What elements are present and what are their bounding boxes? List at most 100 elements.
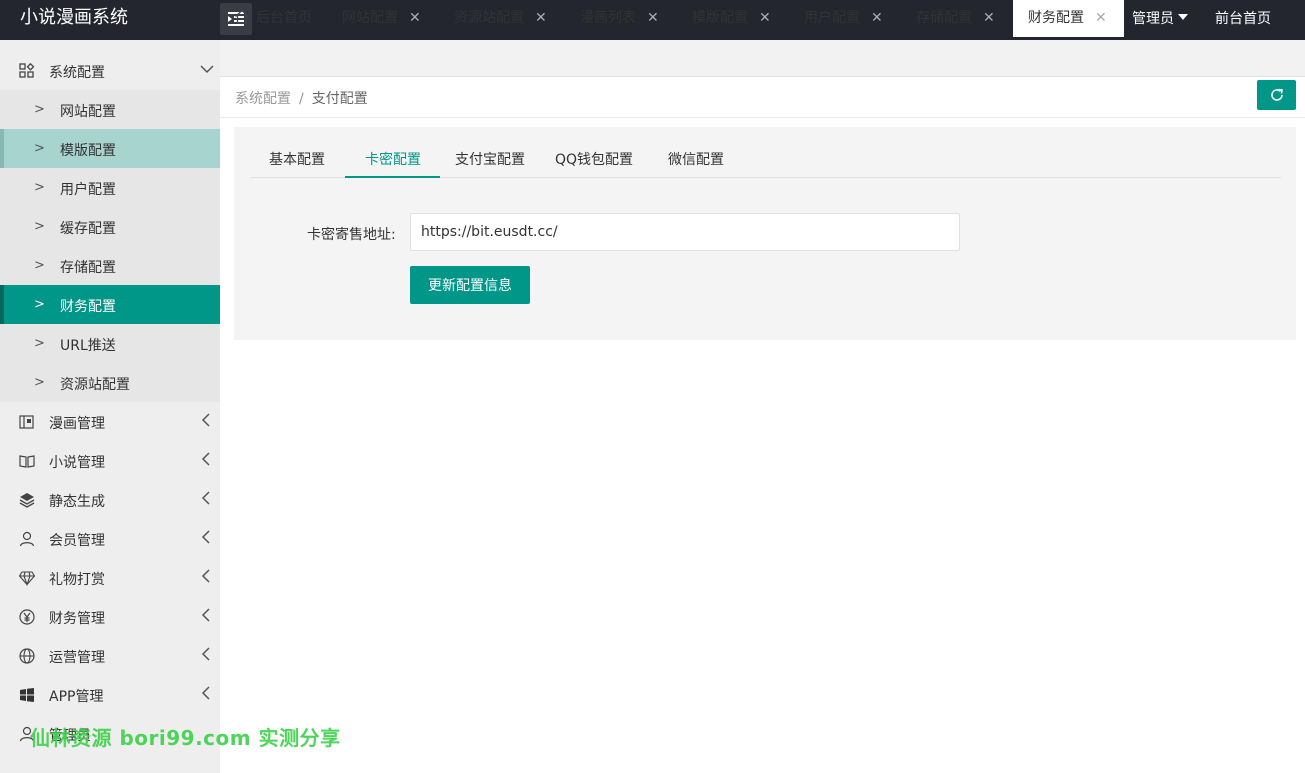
card-sale-url-input[interactable]: [410, 213, 960, 251]
diamond-icon: [19, 570, 35, 586]
tab-user-config[interactable]: 用户配置 ✕: [804, 0, 894, 36]
user-icon: [19, 531, 35, 547]
tab-bar: [220, 40, 1305, 77]
sidebar-group-label: 漫画管理: [49, 416, 105, 432]
sidebar-item-label: 模版配置: [60, 143, 116, 159]
close-icon[interactable]: ✕: [871, 0, 883, 36]
yen-icon: [19, 609, 35, 625]
chevron-left-icon: [201, 491, 210, 505]
sidebar-group-label: APP管理: [49, 689, 104, 705]
close-icon[interactable]: ✕: [1095, 0, 1107, 36]
tab-website-config[interactable]: 网站配置 ✕: [342, 0, 432, 36]
chevron-right-icon: >: [34, 141, 45, 156]
chevron-right-icon: >: [34, 102, 45, 117]
tab-resource-site-config[interactable]: 资源站配置 ✕: [454, 0, 558, 36]
front-home-link[interactable]: 前台首页: [1215, 0, 1271, 40]
app-title: 小说漫画系统: [20, 7, 128, 28]
sidebar-group-member[interactable]: 会员管理: [0, 519, 220, 558]
tab-label: 存储配置: [916, 10, 972, 26]
chevron-left-icon: [201, 608, 210, 622]
sidebar-group-label: 会员管理: [49, 533, 105, 549]
sidebar-item-user-config[interactable]: > 用户配置: [0, 168, 220, 207]
update-config-button[interactable]: 更新配置信息: [410, 266, 530, 304]
layers-icon: [19, 492, 35, 508]
tab-label: 用户配置: [804, 10, 860, 26]
tab-label: 后台首页: [256, 10, 312, 26]
sidebar-item-label: 缓存配置: [60, 221, 116, 237]
tab-label: 模版配置: [692, 10, 748, 26]
subtab-qq-wallet[interactable]: QQ钱包配置: [555, 149, 633, 169]
breadcrumb-parent[interactable]: 系统配置: [235, 91, 291, 107]
admin-label: 管理员: [1132, 11, 1174, 27]
close-icon[interactable]: ✕: [759, 0, 771, 36]
chevron-left-icon: [201, 647, 210, 661]
comic-icon: [19, 414, 35, 430]
chevron-right-icon: >: [34, 258, 45, 273]
caret-down-icon: [1178, 14, 1188, 20]
globe-icon: [19, 648, 35, 664]
sidebar-item-url-push[interactable]: > URL推送: [0, 324, 220, 363]
sidebar-group-operation[interactable]: 运营管理: [0, 636, 220, 675]
subtab-card-key[interactable]: 卡密配置: [365, 149, 421, 169]
chevron-left-icon: [201, 452, 210, 466]
tab-comic-list[interactable]: 漫画列表 ✕: [580, 0, 670, 36]
grid-icon: [19, 63, 35, 79]
tab-finance-config[interactable]: 财务配置 ✕: [1013, 0, 1124, 37]
sidebar-group-label: 小说管理: [49, 455, 105, 471]
watermark-text: 仙林资源 bori99.com 实测分享: [30, 726, 341, 750]
windows-icon: [19, 687, 35, 703]
subtab-alipay[interactable]: 支付宝配置: [455, 149, 525, 169]
admin-menu[interactable]: 管理员: [1132, 0, 1188, 40]
chevron-left-icon: [201, 686, 210, 700]
sidebar-group-novel[interactable]: 小说管理: [0, 441, 220, 480]
sidebar-group-label: 礼物打赏: [49, 572, 105, 588]
divider: [220, 117, 1305, 118]
sidebar-item-label: 网站配置: [60, 104, 116, 120]
sidebar-group-gift[interactable]: 礼物打赏: [0, 558, 220, 597]
sidebar-group-comic[interactable]: 漫画管理: [0, 402, 220, 441]
sidebar-item-label: 财务配置: [60, 299, 116, 315]
tab-label: 资源站配置: [454, 10, 524, 26]
sidebar-group-label: 运营管理: [49, 650, 105, 666]
tab-storage-config[interactable]: 存储配置 ✕: [916, 0, 1006, 36]
breadcrumb: 系统配置 / 支付配置: [235, 88, 368, 108]
sidebar-item-label: 存储配置: [60, 260, 116, 276]
sidebar-item-label: URL推送: [60, 338, 116, 354]
chevron-right-icon: >: [34, 375, 45, 390]
page-refresh-button[interactable]: [1257, 80, 1296, 110]
close-icon[interactable]: ✕: [409, 0, 421, 36]
sidebar-item-resource-site-config[interactable]: > 资源站配置: [0, 363, 220, 402]
sidebar-item-storage-config[interactable]: > 存储配置: [0, 246, 220, 285]
sidebar-group-label: 静态生成: [49, 494, 105, 510]
sidebar-item-website-config[interactable]: > 网站配置: [0, 90, 220, 129]
sidebar-item-cache-config[interactable]: > 缓存配置: [0, 207, 220, 246]
chevron-left-icon: [201, 569, 210, 583]
sidebar-item-template-config[interactable]: > 模版配置: [0, 129, 220, 168]
subtab-wechat[interactable]: 微信配置: [668, 149, 724, 169]
tab-label: 财务配置: [1028, 10, 1084, 26]
sidebar-group-system-config[interactable]: 系统配置: [0, 51, 220, 90]
breadcrumb-current: 支付配置: [311, 91, 368, 107]
active-subtab-indicator: [345, 176, 440, 178]
tab-label: 漫画列表: [580, 10, 636, 26]
tab-dashboard[interactable]: 后台首页: [234, 0, 326, 36]
sidebar-item-label: 资源站配置: [60, 377, 130, 393]
sidebar-group-app[interactable]: APP管理: [0, 675, 220, 714]
card-sale-url-label: 卡密寄售地址:: [307, 227, 396, 243]
sidebar-group-label: 系统配置: [49, 65, 105, 81]
sidebar-group-static[interactable]: 静态生成: [0, 480, 220, 519]
close-icon[interactable]: ✕: [535, 0, 547, 36]
home-icon: [235, 9, 249, 24]
subtab-basic[interactable]: 基本配置: [269, 149, 325, 169]
close-icon[interactable]: ✕: [983, 0, 995, 36]
sidebar-group-finance[interactable]: 财务管理: [0, 597, 220, 636]
tab-template-config[interactable]: 模版配置 ✕: [692, 0, 782, 36]
chevron-right-icon: >: [34, 180, 45, 195]
sidebar-item-finance-config[interactable]: > 财务配置: [0, 285, 220, 324]
book-icon: [19, 453, 35, 469]
sidebar-group-label: 财务管理: [49, 611, 105, 627]
chevron-left-icon: [201, 530, 210, 544]
chevron-down-icon: [200, 65, 214, 74]
chevron-right-icon: >: [34, 297, 45, 312]
close-icon[interactable]: ✕: [647, 0, 659, 36]
